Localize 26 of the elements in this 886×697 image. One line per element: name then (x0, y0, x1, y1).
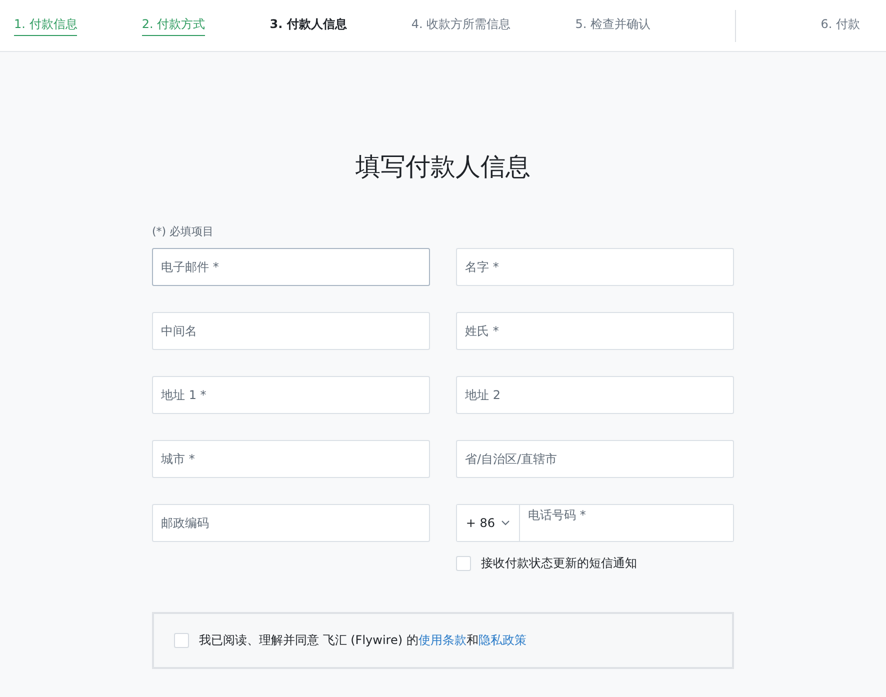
checkbox[interactable] (456, 556, 471, 571)
input-field[interactable]: 地址 2 (456, 376, 734, 414)
input-field[interactable]: 邮政编码 (152, 504, 430, 542)
input-field[interactable]: 省/自治区/直辖市 (456, 440, 734, 478)
chevron-down-icon (501, 520, 510, 526)
checkbox-label: 接收付款状态更新的短信通知 (481, 555, 637, 572)
input-field[interactable]: 城市 * (152, 440, 430, 478)
input-field[interactable]: 中间名 (152, 312, 430, 350)
checkbox[interactable] (174, 633, 189, 648)
input-field[interactable]: 电子邮件 * (152, 248, 430, 286)
page-title: 填写付款人信息 (354, 151, 532, 183)
step-link[interactable]: 5. 检查并确认 (575, 16, 651, 35)
input-field[interactable]: 姓氏 * (456, 312, 734, 350)
required-note: (*) 必填项目 (152, 224, 215, 239)
step-link[interactable]: 1. 付款信息 (14, 16, 78, 36)
input-field[interactable]: 名字 * (456, 248, 734, 286)
terms-text: 我已阅读、理解并同意 飞汇 (Flywire) 的使用条款和隐私政策 (199, 632, 526, 649)
phone-field[interactable]: + 86 电话号码 * (456, 504, 734, 542)
step-link[interactable]: 6. 付款 (820, 16, 860, 35)
step-link[interactable]: 3. 付款人信息 (270, 16, 347, 35)
terms-link[interactable]: 使用条款 (418, 633, 466, 647)
country-code-select[interactable]: + 86 (457, 505, 520, 541)
step-link[interactable]: 4. 收款方所需信息 (411, 16, 511, 35)
input-field[interactable]: 地址 1 * (152, 376, 430, 414)
step-link[interactable]: 2. 付款方式 (142, 16, 206, 36)
privacy-link[interactable]: 隐私政策 (478, 633, 526, 647)
